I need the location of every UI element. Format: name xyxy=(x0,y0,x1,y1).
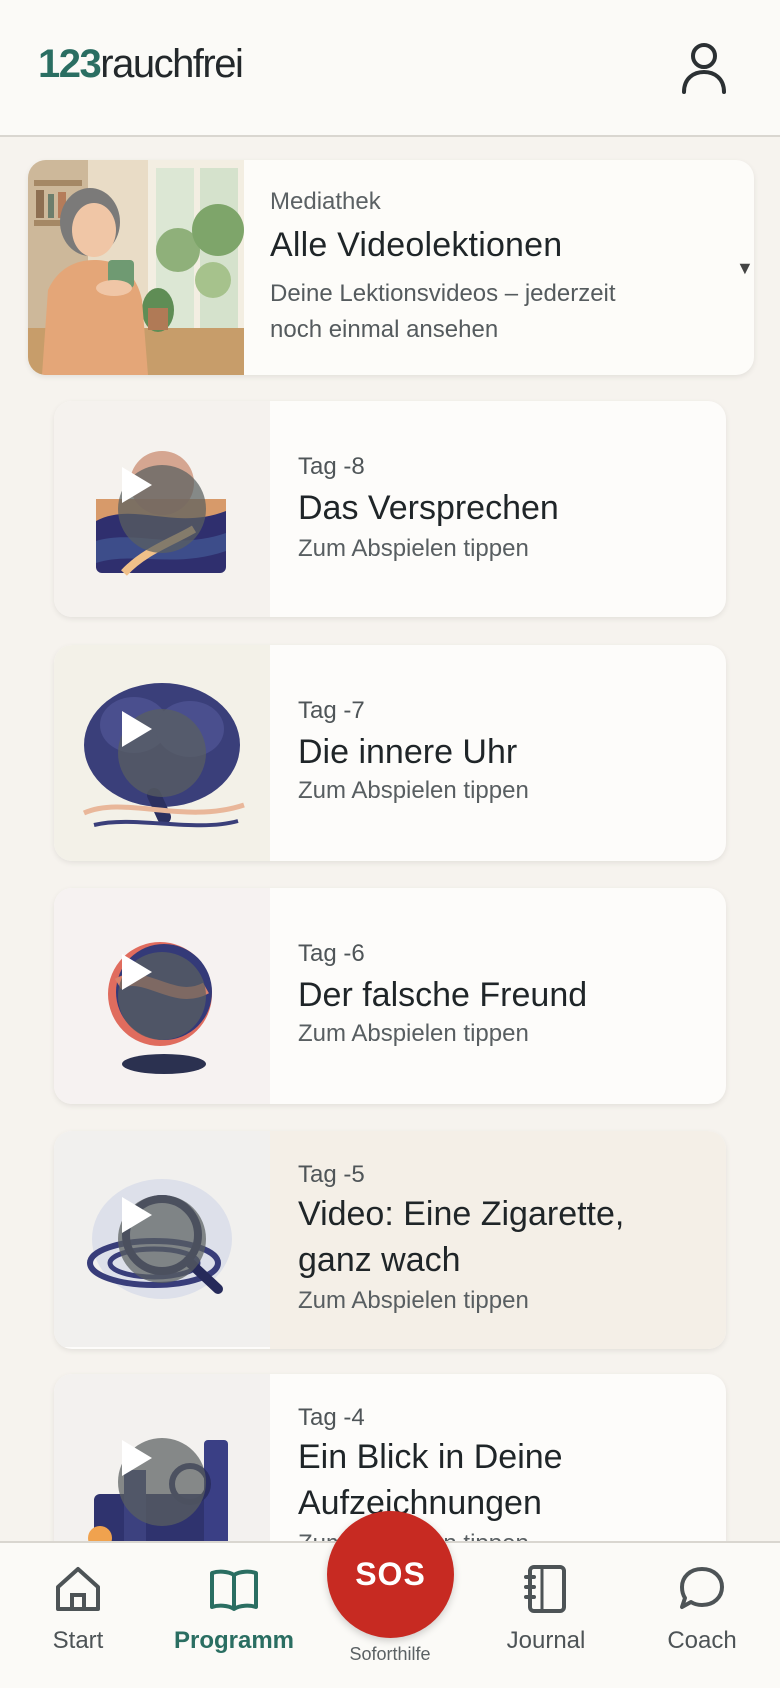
lesson-card[interactable]: Tag -8 Das Versprechen Zum Abspielen tip… xyxy=(54,401,726,617)
logo-word: rauchfrei xyxy=(100,42,244,86)
chevron-down-icon[interactable]: ▼ xyxy=(736,258,754,279)
nav-label-programm: Programm xyxy=(173,1627,295,1654)
user-icon xyxy=(682,43,726,94)
lesson-card[interactable]: Tag -7 Die innere Uhr Zum Abspielen tipp… xyxy=(54,645,726,861)
app-header: 123rauchfrei xyxy=(0,0,780,137)
notebook-icon xyxy=(524,1565,566,1613)
chat-icon xyxy=(680,1567,724,1609)
lesson-day: Tag -4 xyxy=(298,1404,365,1431)
sos-label: SOS xyxy=(355,1556,426,1592)
nav-item-programm[interactable]: Programm xyxy=(164,1543,304,1688)
play-button[interactable] xyxy=(118,1438,206,1526)
lesson-title: Video: Eine Zigarette, ganz wach xyxy=(298,1195,625,1279)
hero-eyebrow: Mediathek xyxy=(270,188,381,215)
lesson-card[interactable]: Tag -6 Der falsche Freund Zum Abspielen … xyxy=(54,888,726,1104)
nav-label-start: Start xyxy=(52,1627,104,1654)
lesson-title: Das Versprechen xyxy=(298,489,559,527)
lesson-thumbnail xyxy=(54,888,270,1104)
play-icon xyxy=(122,1197,152,1233)
lesson-subtitle: Zum Abspielen tippen xyxy=(298,1020,529,1047)
nav-item-coach[interactable]: Coach xyxy=(632,1543,772,1688)
play-button[interactable] xyxy=(118,952,206,1040)
home-icon xyxy=(56,1567,100,1611)
lesson-list[interactable]: Mediathek Alle Videolektionen Deine Lekt… xyxy=(0,139,780,1541)
play-button[interactable] xyxy=(118,465,206,553)
nav-label-journal: Journal xyxy=(506,1627,586,1654)
lesson-thumbnail xyxy=(54,1374,270,1541)
lesson-card[interactable]: Tag -5 Video: Eine Zigarette, ganz wach … xyxy=(54,1131,726,1349)
play-button[interactable] xyxy=(118,709,206,797)
hero-description: Deine Lektionsvideos – jederzeit noch ei… xyxy=(270,280,616,343)
lesson-title: Der falsche Freund xyxy=(298,976,588,1014)
mediathek-card[interactable]: Mediathek Alle Videolektionen Deine Lekt… xyxy=(28,160,754,375)
play-icon xyxy=(122,1440,152,1476)
lesson-day: Tag -5 xyxy=(298,1161,365,1188)
lesson-thumbnail xyxy=(54,1131,270,1347)
book-icon xyxy=(210,1569,258,1611)
play-icon xyxy=(122,467,152,503)
nav-item-journal[interactable]: Journal xyxy=(476,1543,616,1688)
sos-caption: Soforthilfe xyxy=(349,1644,431,1664)
lesson-title: Die innere Uhr xyxy=(298,733,518,771)
profile-button[interactable] xyxy=(674,38,734,98)
lesson-subtitle: Zum Abspielen tippen xyxy=(298,1287,529,1314)
logo-number: 123 xyxy=(38,42,102,86)
lesson-subtitle: Zum Abspielen tippen xyxy=(298,535,529,562)
play-button[interactable] xyxy=(118,1195,206,1283)
app-logo: 123rauchfrei xyxy=(38,42,244,87)
nav-item-start[interactable]: Start xyxy=(8,1543,148,1688)
lesson-thumbnail xyxy=(54,645,270,861)
play-icon xyxy=(122,954,152,990)
hero-title: Alle Videolektionen xyxy=(270,226,563,264)
lesson-day: Tag -8 xyxy=(298,453,365,480)
play-icon xyxy=(122,711,152,747)
lesson-title: Ein Blick in Deine Aufzeichnungen xyxy=(298,1438,563,1522)
lesson-thumbnail xyxy=(54,401,270,617)
lesson-day: Tag -6 xyxy=(298,940,365,967)
lesson-day: Tag -7 xyxy=(298,697,365,724)
nav-label-coach: Coach xyxy=(667,1627,737,1654)
lesson-subtitle: Zum Abspielen tippen xyxy=(298,777,529,804)
sos-button[interactable]: SOS xyxy=(327,1511,454,1638)
hero-image xyxy=(28,160,244,375)
